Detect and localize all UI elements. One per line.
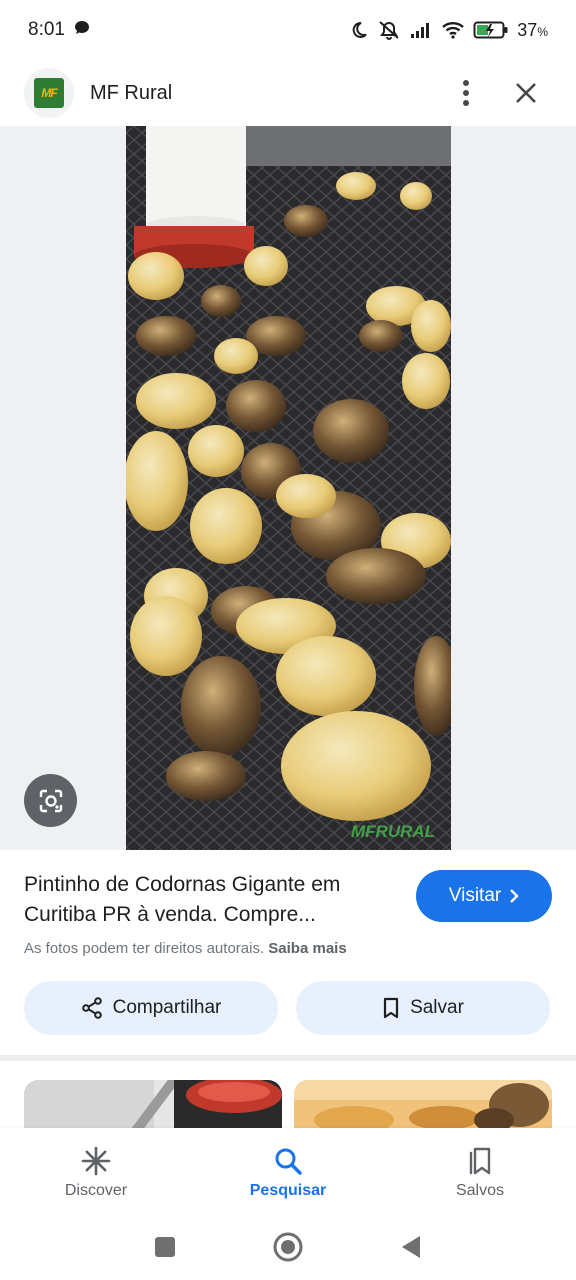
nav-discover-label: Discover (64, 1182, 128, 1199)
system-navigation-bar (0, 1218, 576, 1280)
search-icon (275, 1148, 302, 1175)
nav-saved[interactable]: Salvos (384, 1128, 576, 1218)
site-name[interactable]: MF Rural (90, 82, 172, 105)
wifi-icon (441, 20, 465, 40)
mute-icon (377, 19, 401, 41)
share-button-label: Compartilhar (112, 997, 222, 1018)
site-logo-text: MF (34, 78, 64, 108)
result-title[interactable]: Pintinho de Codornas Gigante em Curitiba… (24, 870, 404, 930)
image-preview-area: MFRURAL (0, 126, 576, 850)
close-icon[interactable] (514, 81, 538, 105)
share-icon (81, 997, 102, 1019)
lens-icon (39, 789, 62, 812)
home-icon[interactable] (272, 1231, 304, 1268)
visit-button-label: Visitar (448, 885, 502, 906)
asterisk-icon (81, 1146, 111, 1176)
collections-icon (469, 1147, 491, 1175)
battery-percent: 37 (517, 19, 538, 40)
app-header: MF MF Rural (0, 60, 576, 126)
google-lens-button[interactable] (24, 774, 77, 827)
nav-discover[interactable]: Discover (0, 1128, 192, 1218)
related-image-thumbnail[interactable] (294, 1080, 552, 1128)
bottom-navigation: Discover Pesquisar Salvos (0, 1128, 576, 1218)
bookmark-icon (383, 997, 399, 1019)
result-info: Pintinho de Codornas Gigante em Curitiba… (0, 850, 576, 1055)
copyright-text: As fotos podem ter direitos autorais. (24, 940, 265, 957)
related-images (24, 1080, 554, 1128)
learn-more-link[interactable]: Saiba mais (268, 940, 346, 957)
recent-apps-icon[interactable] (153, 1235, 177, 1264)
copyright-notice: As fotos podem ter direitos autorais. Sa… (24, 940, 552, 957)
image-watermark: MFRURAL (351, 822, 435, 841)
section-divider (0, 1055, 576, 1061)
visit-button[interactable]: Visitar (416, 870, 552, 922)
signal-icon (409, 21, 433, 39)
share-button[interactable]: Compartilhar (24, 981, 278, 1035)
status-bar: 8:01 37% (0, 0, 576, 60)
chat-notification-icon (73, 19, 91, 42)
save-button-label: Salvar (410, 997, 464, 1018)
preview-image[interactable]: MFRURAL (126, 126, 451, 850)
related-image-thumbnail[interactable] (24, 1080, 282, 1128)
save-button[interactable]: Salvar (296, 981, 550, 1035)
battery-percent-unit: % (537, 24, 548, 39)
dnd-moon-icon (349, 20, 369, 40)
battery-icon (473, 20, 509, 40)
chevron-right-icon (510, 889, 519, 903)
status-time: 8:01 (28, 19, 65, 40)
nav-search-label: Pesquisar (249, 1182, 327, 1199)
site-logo[interactable]: MF (24, 68, 74, 118)
back-icon[interactable] (399, 1234, 423, 1265)
nav-saved-label: Salvos (455, 1182, 505, 1199)
nav-search[interactable]: Pesquisar (192, 1128, 384, 1218)
more-options-icon[interactable] (462, 79, 470, 107)
